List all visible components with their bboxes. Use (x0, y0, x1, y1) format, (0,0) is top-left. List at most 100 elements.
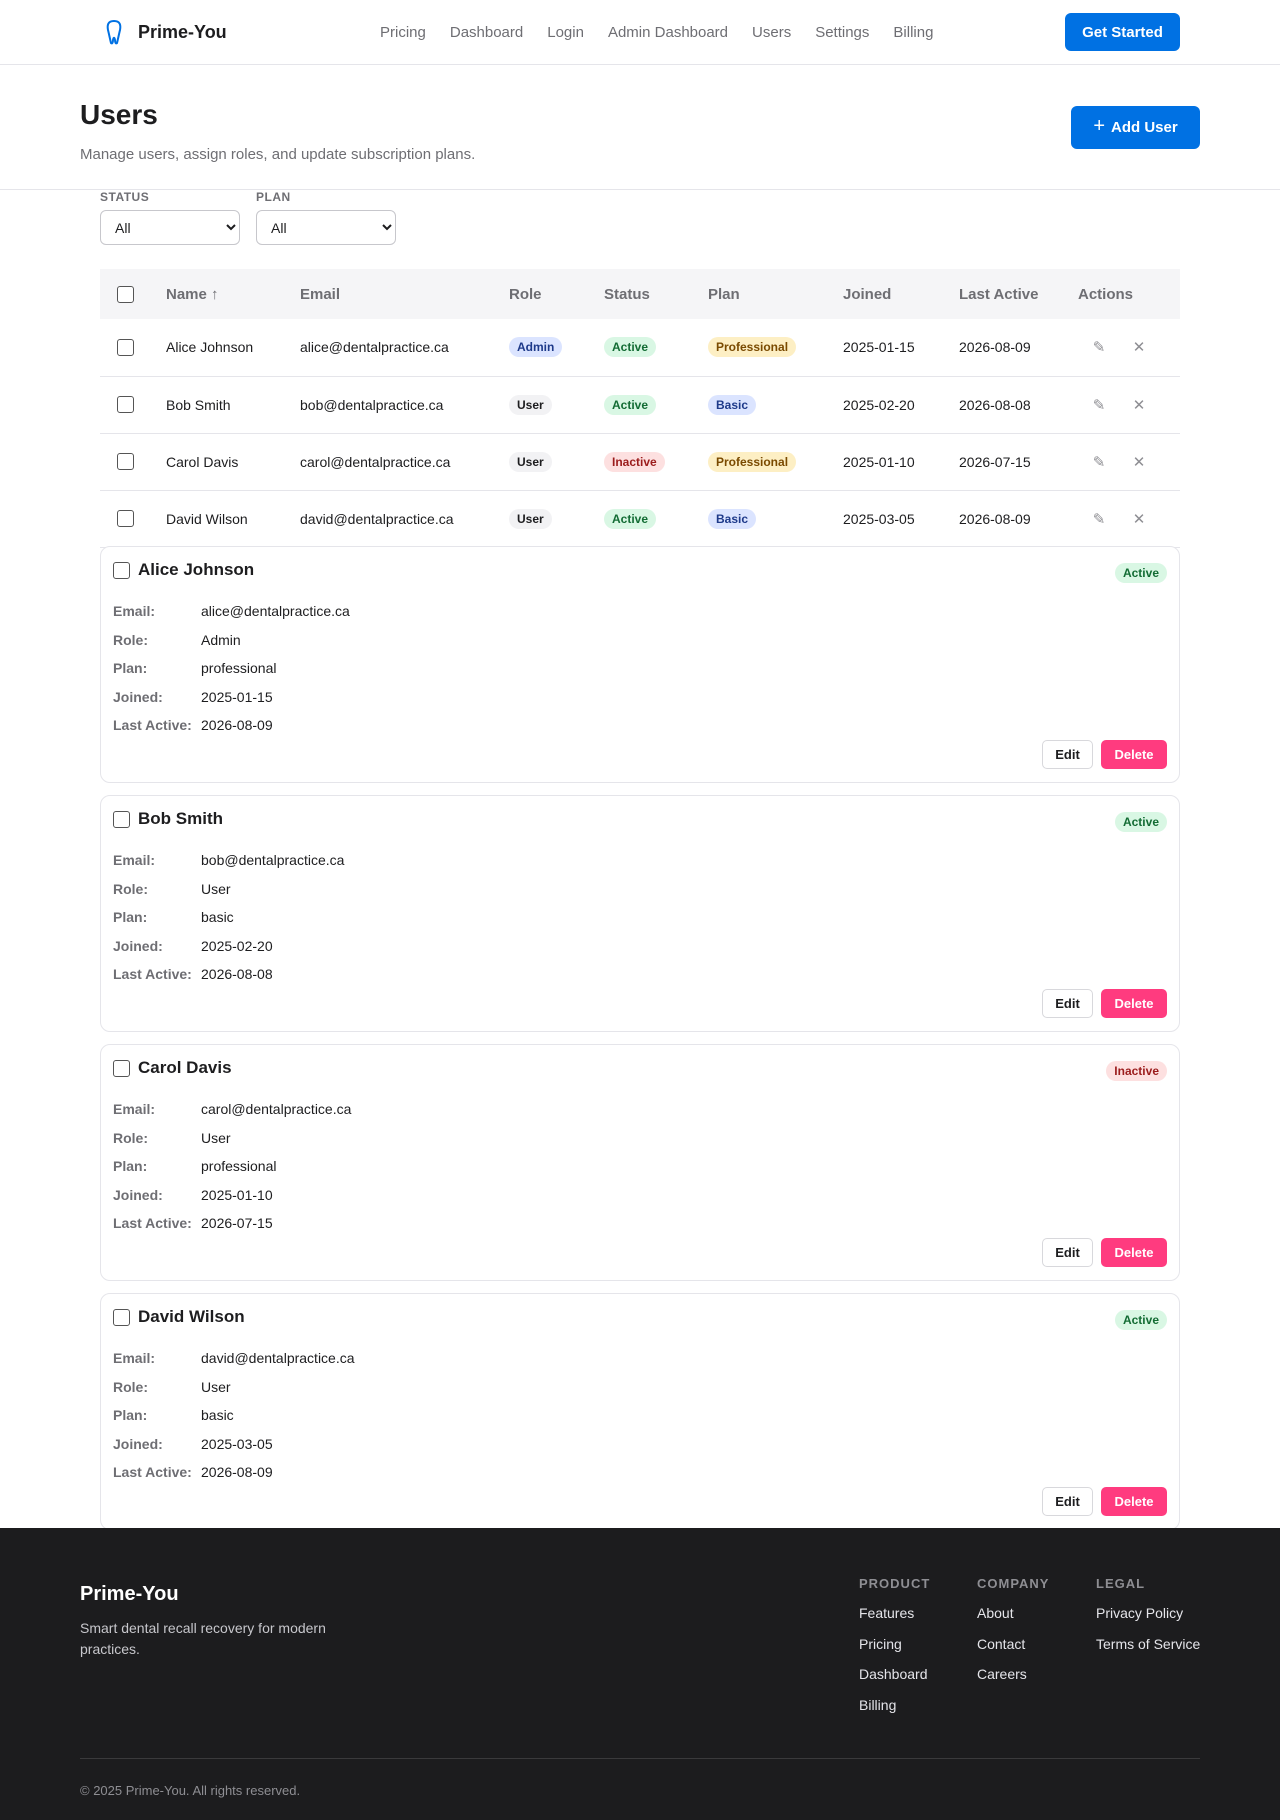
status-badge: Active (604, 394, 657, 415)
card-checkbox[interactable] (113, 1308, 130, 1326)
footer-link-dashboard[interactable]: Dashboard (859, 1666, 930, 1697)
status-badge: Inactive (1106, 1061, 1167, 1081)
joined-label: Joined: (113, 1435, 163, 1452)
card-name: Alice Johnson (138, 560, 255, 579)
row-checkbox[interactable] (117, 396, 134, 414)
role-label: Role: (113, 1129, 148, 1146)
close-icon[interactable]: ✕ (1128, 453, 1150, 471)
close-icon[interactable]: ✕ (1128, 396, 1150, 414)
column-header-role[interactable]: Role (509, 269, 604, 319)
user-card: Carol Davis Inactive Email: carol@dentalp… (100, 1044, 1180, 1281)
pencil-icon[interactable]: ✎ (1088, 510, 1110, 528)
close-icon[interactable]: ✕ (1128, 510, 1150, 528)
status-filter-select[interactable]: All (100, 210, 240, 245)
delete-button[interactable]: Delete (1101, 1487, 1167, 1516)
edit-button[interactable]: Edit (1042, 1487, 1093, 1516)
row-checkbox[interactable] (117, 453, 134, 471)
nav-link-pricing[interactable]: Pricing (380, 24, 426, 41)
nav-link-dashboard[interactable]: Dashboard (450, 24, 523, 41)
footer: Prime-You Smart dental recall recovery f… (0, 1528, 1280, 1820)
user-card: Alice Johnson Active Email: alice@dentalp… (100, 546, 1180, 783)
column-header-status[interactable]: Status (604, 269, 708, 319)
filters: STATUS All PLAN All (100, 190, 396, 245)
row-checkbox[interactable] (117, 339, 134, 357)
footer-link-features[interactable]: Features (859, 1605, 930, 1636)
pencil-icon[interactable]: ✎ (1088, 396, 1110, 414)
card-checkbox[interactable] (113, 561, 130, 579)
column-header-plan[interactable]: Plan (708, 269, 843, 319)
footer-link-terms-of-service[interactable]: Terms of Service (1096, 1636, 1200, 1667)
plan-label: Plan: (113, 660, 148, 677)
nav-link-admin-dashboard[interactable]: Admin Dashboard (608, 24, 728, 41)
status-badge: Active (1114, 563, 1167, 583)
status-badge: Active (1114, 812, 1167, 832)
role-badge: User (509, 451, 552, 472)
delete-button[interactable]: Delete (1101, 989, 1167, 1018)
brand-name: Prime-You (138, 21, 227, 42)
joined-label: Joined: (113, 688, 163, 705)
page-title: Users (80, 99, 158, 130)
nav-link-billing[interactable]: Billing (893, 24, 933, 41)
footer-copyright: © 2025 Prime-You. All rights reserved. (80, 1783, 301, 1798)
edit-button[interactable]: Edit (1042, 989, 1093, 1018)
footer-column-title: COMPANY (977, 1576, 1050, 1591)
delete-button[interactable]: Delete (1101, 1238, 1167, 1267)
email-label: Email: (113, 1101, 156, 1118)
column-header-name[interactable]: Name ↑ (166, 269, 300, 319)
footer-link-billing[interactable]: Billing (859, 1697, 930, 1728)
pencil-icon[interactable]: ✎ (1088, 338, 1110, 356)
plan-badge: Basic (708, 508, 757, 529)
row-checkbox[interactable] (117, 510, 134, 528)
card-checkbox[interactable] (113, 810, 130, 828)
footer-link-careers[interactable]: Careers (977, 1666, 1049, 1697)
role-label: Role: (113, 631, 148, 648)
table-header-row: Name ↑ Email Role Status Plan Joined Las… (100, 269, 1180, 319)
column-header-actions: Actions (1078, 285, 1134, 303)
plan-value: basic (201, 1407, 234, 1424)
email-label: Email: (113, 852, 156, 869)
footer-link-pricing[interactable]: Pricing (859, 1636, 930, 1667)
status-badge: Inactive (604, 451, 665, 472)
pencil-icon[interactable]: ✎ (1088, 453, 1110, 471)
plan-filter-select[interactable]: All (256, 210, 396, 245)
card-checkbox[interactable] (113, 1059, 130, 1077)
column-header-last-active[interactable]: Last Active (959, 269, 1078, 319)
plan-badge: Basic (708, 394, 757, 415)
cell-joined: 2025-01-10 (843, 453, 915, 470)
delete-button[interactable]: Delete (1101, 740, 1167, 769)
edit-button[interactable]: Edit (1042, 740, 1093, 769)
brand[interactable]: Prime-You (100, 18, 227, 46)
footer-tagline: Smart dental recall recovery for modern … (80, 1620, 326, 1657)
plan-filter-label: PLAN (256, 190, 291, 204)
nav-link-settings[interactable]: Settings (815, 24, 869, 41)
footer-link-contact[interactable]: Contact (977, 1636, 1049, 1667)
email-value: bob@dentalpractice.ca (201, 852, 345, 869)
cell-joined: 2025-03-05 (843, 510, 915, 527)
page-header: Users Manage users, assign roles, and up… (0, 65, 1280, 190)
email-value: david@dentalpractice.ca (201, 1350, 355, 1367)
cell-email: bob@dentalpractice.ca (300, 396, 444, 413)
nav-link-users[interactable]: Users (752, 24, 791, 41)
user-card: David Wilson Active Email: david@dentalpr… (100, 1293, 1180, 1530)
column-header-email[interactable]: Email (300, 269, 509, 319)
nav-links: Pricing Dashboard Login Admin Dashboard … (380, 0, 933, 64)
column-header-joined[interactable]: Joined (843, 269, 959, 319)
get-started-button[interactable]: Get Started (1065, 13, 1180, 51)
email-label: Email: (113, 603, 156, 620)
plan-badge: Professional (708, 451, 797, 472)
select-all-checkbox[interactable] (117, 285, 134, 303)
role-badge: User (509, 394, 552, 415)
edit-button[interactable]: Edit (1042, 1238, 1093, 1267)
email-value: alice@dentalpractice.ca (201, 603, 350, 620)
top-nav: Prime-You Pricing Dashboard Login Admin … (0, 0, 1280, 65)
close-icon[interactable]: ✕ (1128, 338, 1150, 356)
nav-link-login[interactable]: Login (547, 24, 584, 41)
footer-link-about[interactable]: About (977, 1605, 1049, 1636)
status-badge: Active (604, 508, 657, 529)
footer-link-privacy-policy[interactable]: Privacy Policy (1096, 1605, 1200, 1636)
footer-divider (80, 1758, 1200, 1759)
role-value: User (201, 1129, 231, 1146)
add-user-button[interactable]: + Add User (1071, 106, 1200, 149)
last-active-value: 2026-08-08 (201, 966, 273, 983)
last-active-label: Last Active: (113, 1215, 192, 1232)
